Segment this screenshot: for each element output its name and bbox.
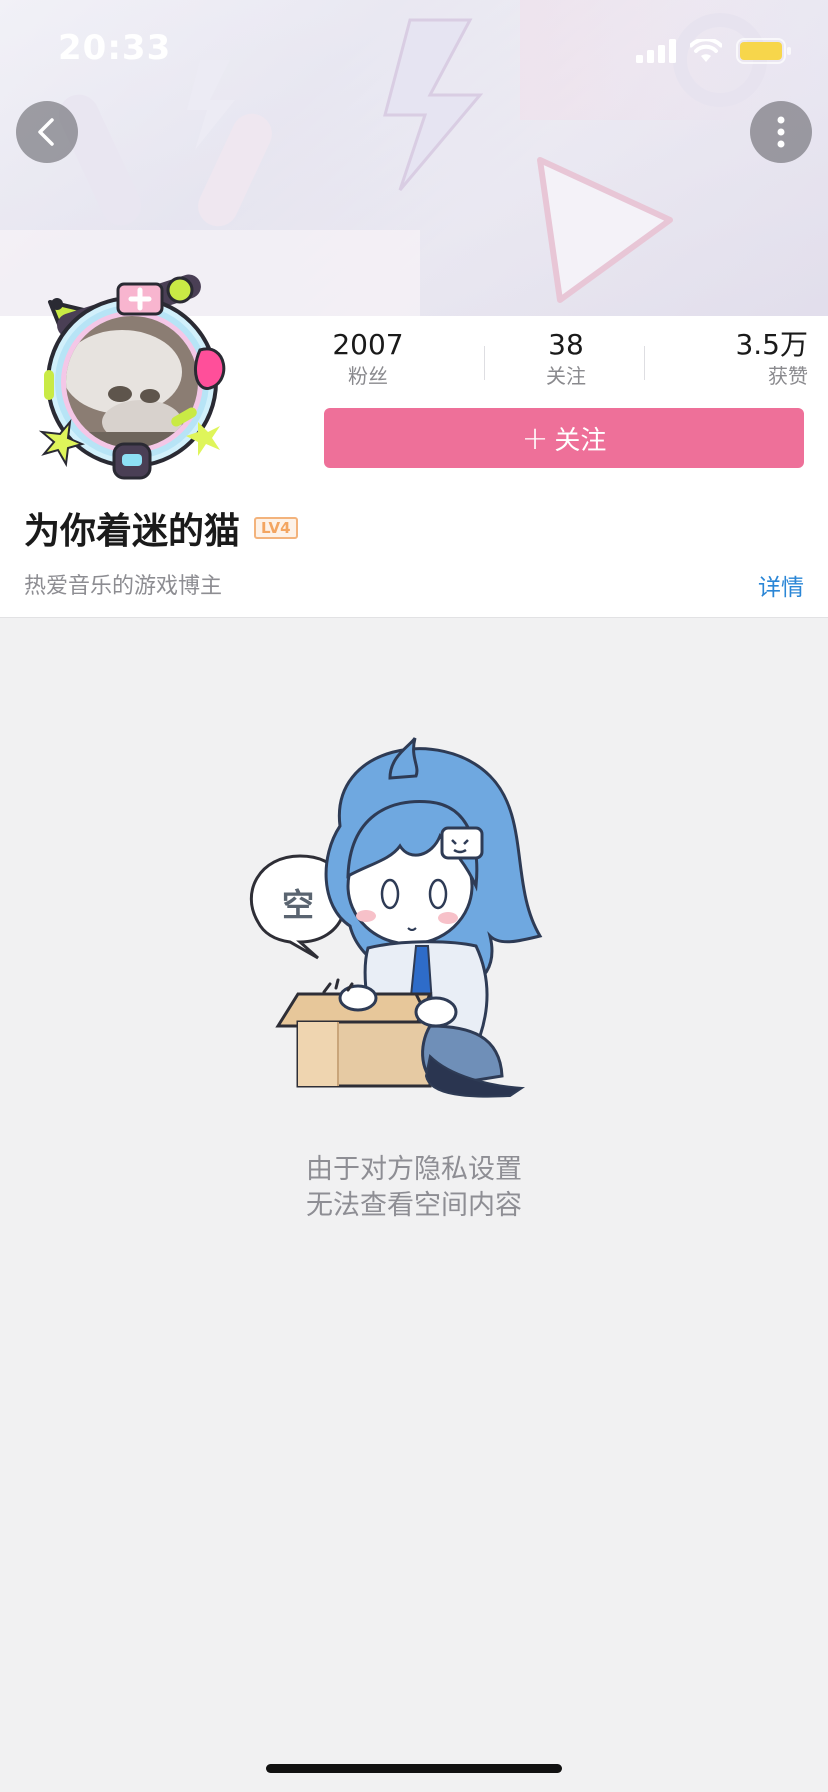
fans-label: 粉丝: [348, 364, 388, 388]
bio: 热爱音乐的游戏博主: [24, 574, 223, 599]
stat-likes[interactable]: 3.5万 获赞: [708, 328, 808, 390]
username-row: 为你着迷的猫 LV4: [24, 502, 298, 554]
details-link[interactable]: 详情: [758, 568, 804, 602]
avatar-frame-icon: [38, 274, 226, 480]
empty-mascot-icon: 空: [249, 737, 543, 1098]
battery-icon: [736, 38, 791, 64]
level-badge: LV4: [254, 517, 298, 539]
more-button[interactable]: [750, 101, 812, 163]
status-time: 20:33: [58, 28, 172, 68]
back-button[interactable]: [16, 101, 78, 163]
wifi-icon: [690, 39, 722, 62]
follow-button[interactable]: + 关注: [324, 408, 804, 468]
status-icons: [636, 38, 792, 64]
following-label: 关注: [546, 364, 586, 388]
username: 为你着迷的猫: [24, 511, 241, 552]
avatar[interactable]: [22, 272, 242, 492]
likes-count: 3.5万: [735, 328, 808, 361]
empty-state-line-1: 由于对方隐私设置: [306, 1154, 522, 1185]
profile-stats: 2007 粉丝 38 关注 3.5万 获赞: [318, 328, 808, 400]
stat-divider: [644, 346, 645, 380]
empty-state-message: 由于对方隐私设置 无法查看空间内容: [0, 1152, 828, 1224]
following-count: 38: [548, 328, 584, 361]
plus-icon: +: [521, 419, 549, 457]
fans-count: 2007: [332, 328, 404, 361]
follow-button-label: 关注: [554, 425, 607, 456]
empty-state-line-2: 无法查看空间内容: [306, 1190, 522, 1221]
bubble-text: 空: [282, 886, 314, 924]
stat-divider: [484, 346, 485, 380]
stat-following[interactable]: 38 关注: [516, 328, 616, 390]
more-vertical-icon: [777, 116, 785, 148]
stat-fans[interactable]: 2007 粉丝: [318, 328, 418, 390]
likes-label: 获赞: [768, 364, 808, 388]
status-bar: 20:33: [0, 0, 828, 100]
home-indicator[interactable]: [266, 1764, 562, 1773]
profile-banner: 20:33: [0, 0, 828, 316]
empty-state-illustration: 空: [240, 736, 590, 1100]
chevron-left-icon: [38, 118, 54, 146]
cellular-signal-icon: [636, 39, 676, 63]
